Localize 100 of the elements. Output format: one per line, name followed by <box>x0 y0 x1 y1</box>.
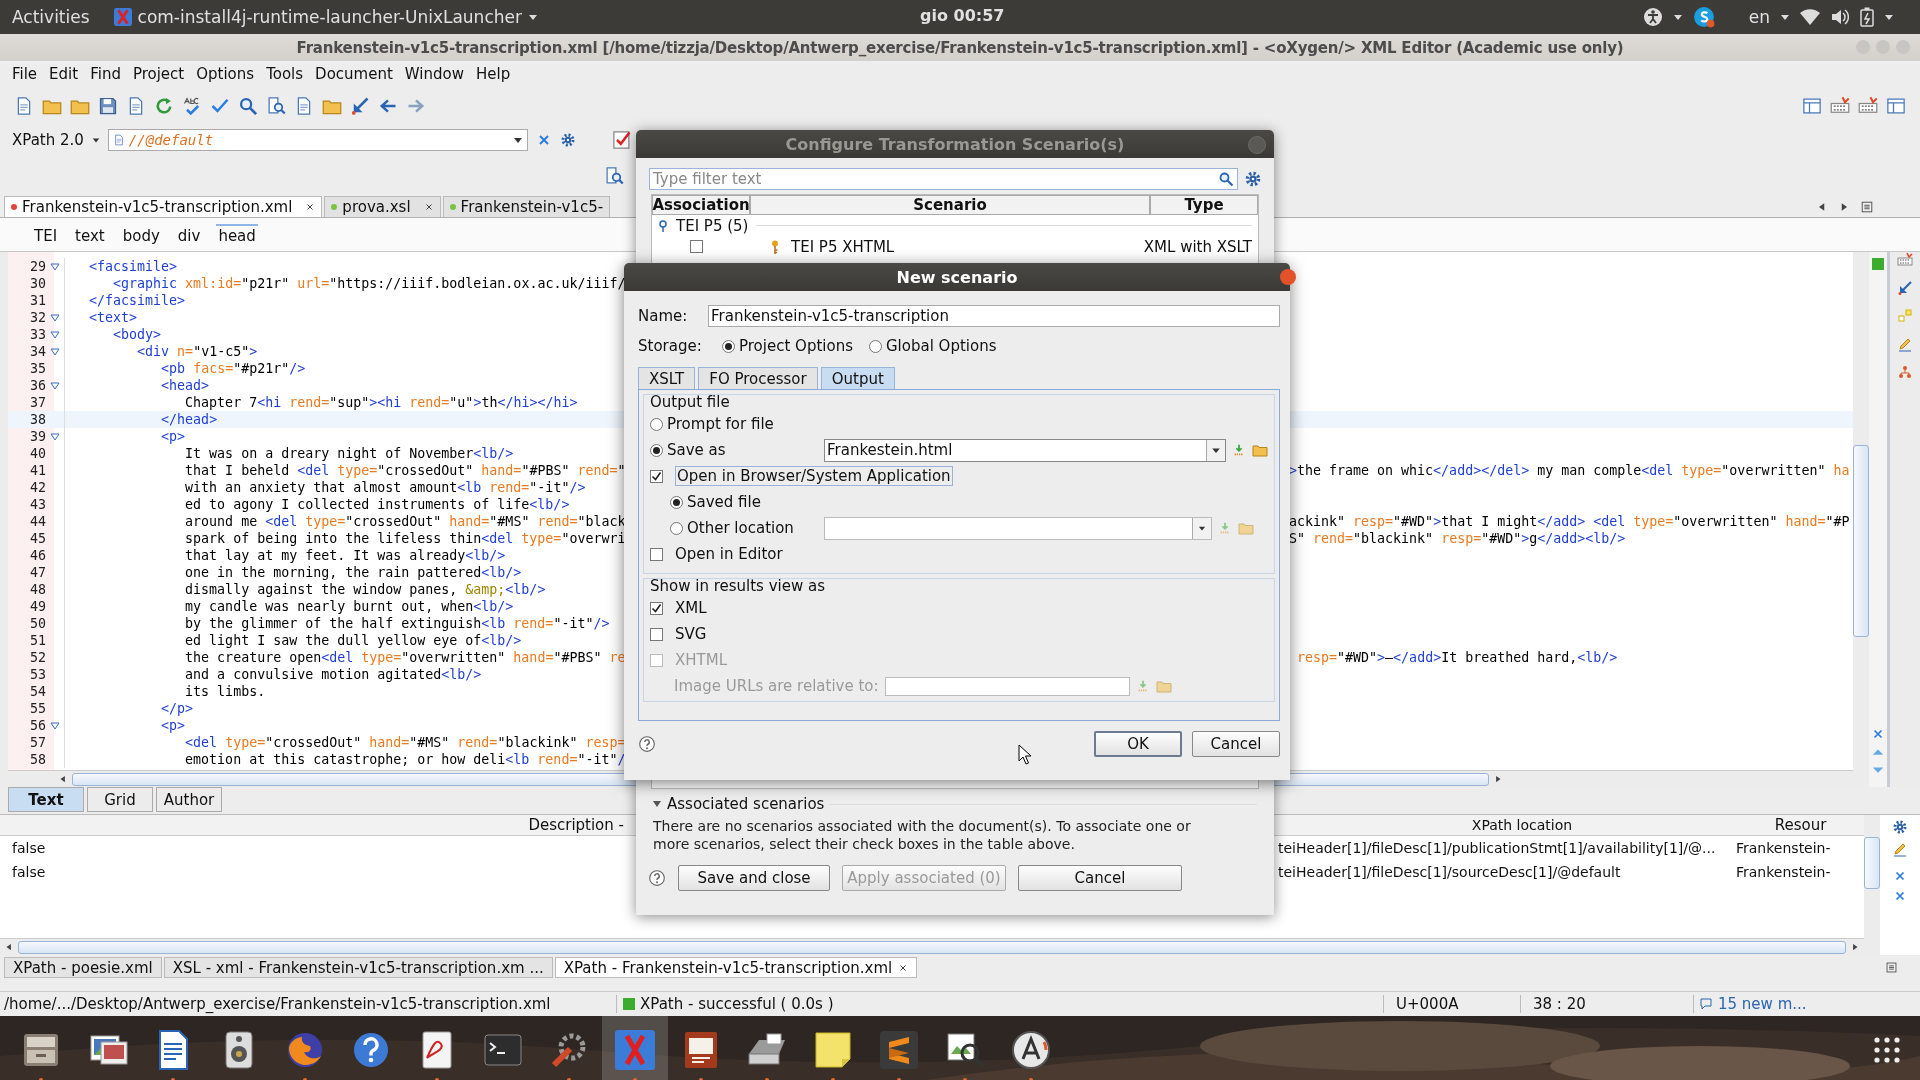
breadcrumb-item[interactable]: text <box>73 223 107 246</box>
clear-all-icon[interactable] <box>1893 889 1907 903</box>
pointer-arrow-icon[interactable] <box>350 95 370 116</box>
menu-item[interactable]: Find <box>84 65 127 83</box>
scrollbar-thumb[interactable] <box>1853 445 1869 637</box>
tab-list-icon[interactable] <box>1885 961 1898 974</box>
scroll-left-icon[interactable] <box>4 942 14 952</box>
refresh-icon[interactable] <box>154 95 174 116</box>
column-header[interactable]: Type <box>1150 195 1258 215</box>
radio-button[interactable] <box>722 339 735 353</box>
search-icon[interactable] <box>1218 171 1234 187</box>
fold-icon[interactable] <box>50 432 60 441</box>
volume-icon[interactable] <box>1830 8 1850 26</box>
checkbox[interactable] <box>650 469 663 483</box>
settings-icon[interactable] <box>1892 819 1908 835</box>
transform-icon[interactable] <box>1830 95 1850 116</box>
option-label[interactable]: Open in Editor <box>675 545 783 563</box>
fold-icon[interactable] <box>50 381 60 390</box>
option-label[interactable]: Open in Browser/System Application <box>675 466 953 486</box>
collapse-icon[interactable] <box>653 800 661 808</box>
dialog-button[interactable]: Cancel <box>1192 731 1280 757</box>
scrollbar-thumb[interactable] <box>18 940 1846 954</box>
save-as-field[interactable]: Frankestein.html <box>824 438 1226 462</box>
editor-tab[interactable]: Frankenstein-v1c5-transcription.xml <box>4 196 323 217</box>
menu-item[interactable]: Document <box>309 65 399 83</box>
checkbox[interactable] <box>650 601 663 615</box>
breadcrumb-item[interactable]: head <box>216 223 258 246</box>
fold-icon[interactable] <box>50 313 60 322</box>
radio-button[interactable] <box>868 339 882 353</box>
menu-item[interactable]: Help <box>469 65 517 83</box>
close-icon[interactable] <box>423 202 434 212</box>
menu-item[interactable]: Edit <box>43 65 85 83</box>
wifi-icon[interactable] <box>1800 8 1820 26</box>
spellcheck-icon[interactable] <box>182 95 202 116</box>
radio-button[interactable] <box>650 443 663 457</box>
breadcrumb-item[interactable]: body <box>120 223 162 246</box>
fold-icon[interactable] <box>50 262 60 271</box>
editor-tab[interactable]: prova.xsl <box>324 196 441 217</box>
search-icon[interactable] <box>238 95 258 116</box>
filter-field[interactable]: Type filter text <box>649 168 1238 190</box>
tab-list-icon[interactable] <box>1860 199 1874 214</box>
find-icon[interactable] <box>266 95 286 116</box>
view-mode-tab[interactable]: Grid <box>87 787 153 812</box>
tab[interactable]: XSLT <box>638 367 696 389</box>
checkbox[interactable] <box>690 240 703 253</box>
column-header[interactable]: Association <box>652 195 750 215</box>
close-icon[interactable] <box>898 962 909 973</box>
folder-icon[interactable] <box>1252 442 1268 458</box>
tree-icon[interactable] <box>1897 364 1913 380</box>
option-label[interactable]: Saved file <box>687 493 761 511</box>
activities-button[interactable]: Activities <box>12 7 90 27</box>
fold-icon[interactable] <box>50 347 60 356</box>
pointer-arrow-icon[interactable] <box>1897 280 1913 296</box>
settings-icon[interactable] <box>559 132 576 148</box>
editor-tab[interactable]: Frankenstein-v1c5- <box>442 196 611 217</box>
menu-item[interactable]: File <box>6 65 44 83</box>
settings-icon[interactable] <box>1244 170 1262 188</box>
option-label[interactable]: Other location <box>687 519 794 537</box>
checkbox[interactable] <box>650 627 663 641</box>
name-field[interactable]: Frankenstein-v1c5-transcription <box>708 305 1280 327</box>
chat-icon[interactable] <box>1692 6 1715 28</box>
scrollbar-thumb[interactable] <box>1864 837 1880 889</box>
option-label[interactable]: Save as <box>667 441 726 459</box>
radio-button[interactable] <box>670 521 683 535</box>
fold-icon[interactable] <box>50 721 60 730</box>
radio-button[interactable] <box>670 495 683 509</box>
pencil-icon[interactable] <box>1897 336 1913 352</box>
menu-item[interactable]: Options <box>190 65 261 83</box>
option-label[interactable]: Prompt for file <box>667 415 774 433</box>
update-icon[interactable] <box>1009 1028 1053 1072</box>
transform-icon[interactable] <box>1897 252 1913 268</box>
image-urls-field[interactable] <box>885 676 1130 696</box>
dialog-button[interactable]: Save and close <box>678 865 830 891</box>
view-mode-tab[interactable]: Text <box>8 787 84 812</box>
close-button[interactable] <box>1280 269 1296 285</box>
stripes-icon[interactable] <box>877 1028 921 1072</box>
clock[interactable]: gio 00:57 <box>920 6 1005 25</box>
view-mode-tab[interactable]: Author <box>156 787 222 812</box>
scroll-left-icon[interactable] <box>58 774 68 784</box>
tab[interactable]: FO Processor <box>698 367 818 389</box>
transform-document-icon[interactable] <box>604 166 624 186</box>
menu-item[interactable]: Window <box>398 65 470 83</box>
insert-icon[interactable] <box>1232 443 1246 457</box>
xpath-version-dropdown[interactable]: XPath 2.0 <box>12 131 84 149</box>
scroll-right-icon[interactable] <box>1493 774 1503 784</box>
expand-icon[interactable] <box>658 219 668 232</box>
save-icon[interactable] <box>98 95 118 116</box>
scroll-right-icon[interactable] <box>1850 942 1860 952</box>
location-field[interactable] <box>824 516 1212 540</box>
checkbox[interactable] <box>650 547 663 561</box>
option-label[interactable]: Project Options <box>739 337 853 355</box>
menu-item[interactable]: Project <box>126 65 191 83</box>
dialog-button[interactable]: OK <box>1094 731 1182 757</box>
fold-icon[interactable] <box>50 330 60 339</box>
transform-icon[interactable] <box>1858 95 1878 116</box>
notifications-link[interactable]: 15 new m... <box>1694 995 1807 1013</box>
validate-icon[interactable] <box>611 130 632 150</box>
option-label[interactable]: XML <box>675 599 707 617</box>
result-tab[interactable]: XPath - Frankenstein-v1c5-transcription.xml <box>554 957 918 978</box>
radio-button[interactable] <box>650 417 663 431</box>
